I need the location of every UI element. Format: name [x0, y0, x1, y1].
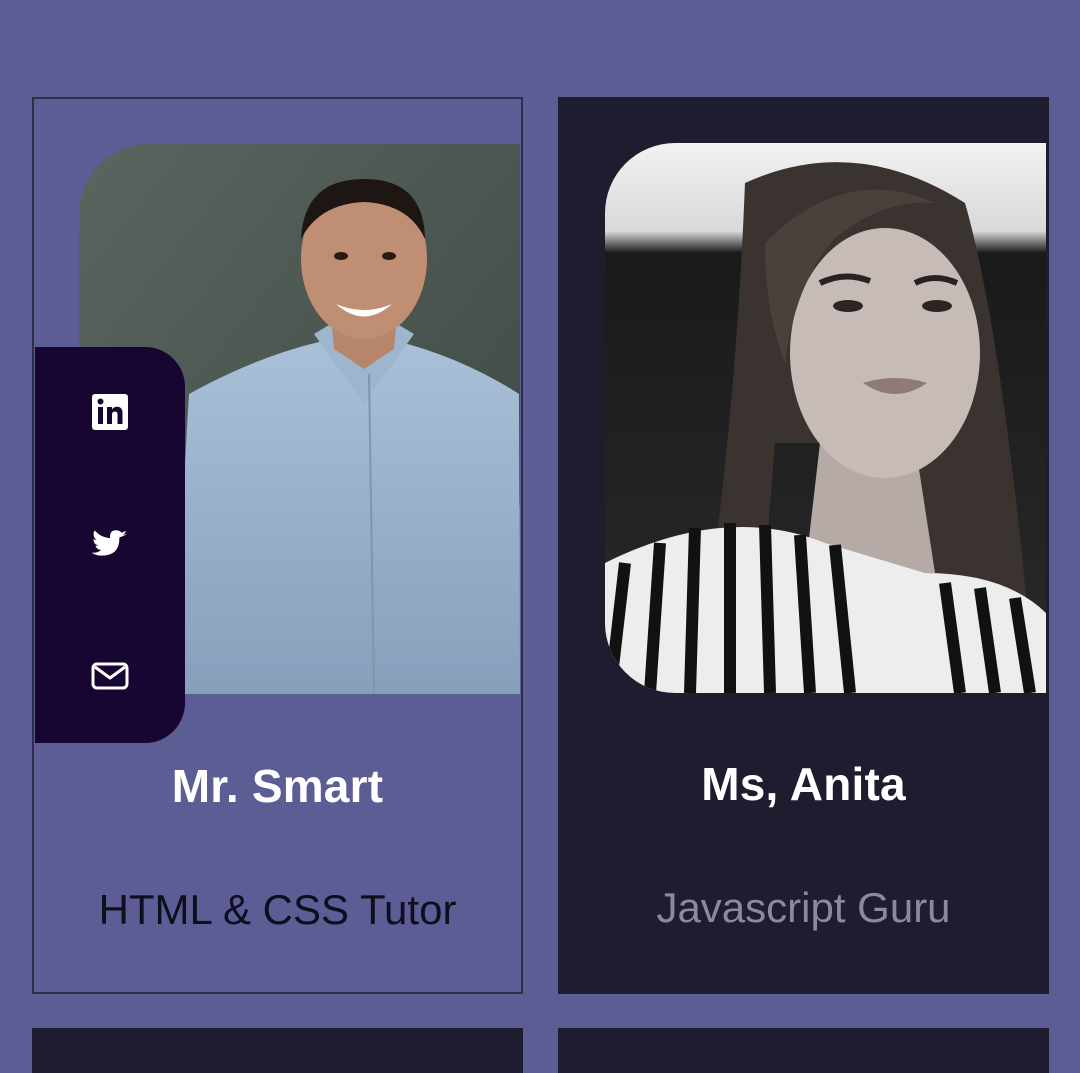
member-name: Mr. Smart: [171, 760, 384, 812]
team-card: Mr. Smart HTML & CSS Tutor: [32, 97, 523, 994]
team-card: Ms, Anita Javascript Guru: [558, 97, 1049, 994]
twitter-icon[interactable]: [91, 525, 129, 563]
mail-icon[interactable]: [91, 657, 129, 695]
member-role: HTML & CSS Tutor: [98, 886, 457, 933]
team-cards-grid: Mr. Smart HTML & CSS Tutor Ms, Anita Jav…: [0, 0, 1080, 1073]
member-name: Ms, Anita: [701, 758, 906, 810]
member-role: Javascript Guru: [656, 884, 951, 931]
team-card: [558, 1028, 1049, 1073]
social-links-panel: [35, 347, 185, 743]
profile-photo: [605, 143, 1046, 693]
linkedin-icon[interactable]: [91, 393, 129, 431]
team-card: [32, 1028, 523, 1073]
